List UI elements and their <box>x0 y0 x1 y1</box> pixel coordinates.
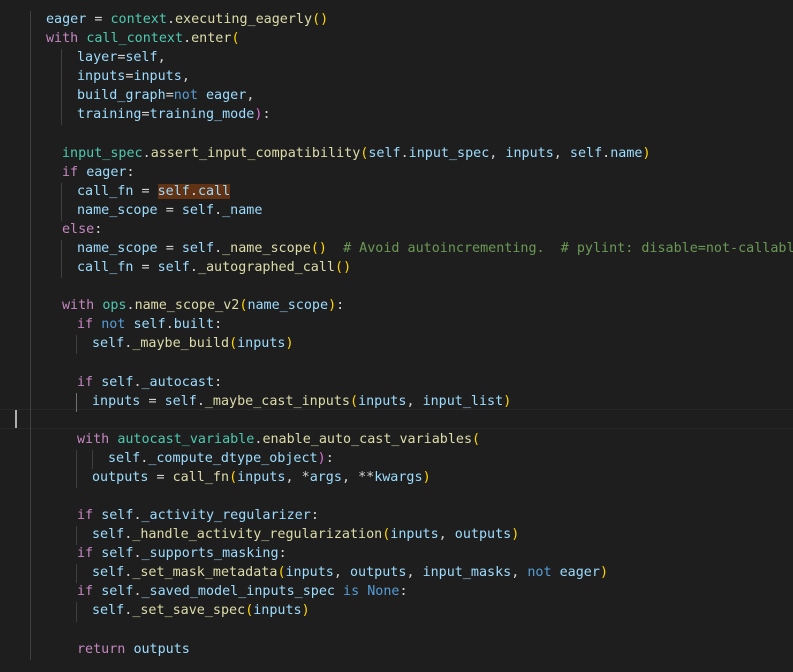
code-line[interactable] <box>0 353 793 372</box>
code-text: self._set_save_spec(inputs) <box>92 603 310 619</box>
code-line[interactable]: if eager: <box>0 163 793 182</box>
code-text: name_scope = self._name <box>77 202 263 218</box>
code-line[interactable]: with call_context.enter( <box>0 29 793 48</box>
code-text: call_fn = self._autographed_call() <box>77 260 352 276</box>
code-text: inputs = self._maybe_cast_inputs(inputs,… <box>92 393 512 409</box>
code-text: training=training_mode): <box>77 107 271 123</box>
code-line[interactable]: call_fn = self._autographed_call() <box>0 258 793 277</box>
code-text: inputs=inputs, <box>77 69 190 85</box>
code-text: if self._activity_regularizer: <box>77 508 319 524</box>
code-line[interactable]: self._set_save_spec(inputs) <box>0 601 793 620</box>
code-text: self._set_mask_metadata(inputs, outputs,… <box>92 565 608 581</box>
code-line[interactable] <box>0 124 793 143</box>
code-line[interactable]: if self._autocast: <box>0 373 793 392</box>
code-line[interactable]: with autocast_variable.enable_auto_cast_… <box>0 430 793 449</box>
code-text: else: <box>62 221 103 237</box>
code-text: input_spec.assert_input_compatibility(se… <box>62 145 651 161</box>
code-line[interactable]: inputs=inputs, <box>0 67 793 86</box>
code-line[interactable]: self._compute_dtype_object): <box>0 449 793 468</box>
selection-highlight: self.call <box>157 183 231 199</box>
code-line[interactable]: name_scope = self._name_scope() # Avoid … <box>0 239 793 258</box>
code-line[interactable]: return outputs <box>0 640 793 659</box>
code-text: outputs = call_fn(inputs, *args, **kwarg… <box>92 469 431 485</box>
code-line[interactable]: self._handle_activity_regularization(inp… <box>0 525 793 544</box>
code-line[interactable] <box>0 621 793 640</box>
code-text: if self._supports_masking: <box>77 546 287 562</box>
code-line[interactable]: input_spec.assert_input_compatibility(se… <box>0 144 793 163</box>
code-line[interactable]: else: <box>0 220 793 239</box>
code-line[interactable]: call_fn = self.call <box>0 182 793 201</box>
code-line[interactable] <box>0 487 793 506</box>
code-line[interactable]: training=training_mode): <box>0 105 793 124</box>
code-text: build_graph=not eager, <box>77 88 255 104</box>
code-text: if eager: <box>62 164 135 180</box>
code-line[interactable]: with ops.name_scope_v2(name_scope): <box>0 296 793 315</box>
code-text: with call_context.enter( <box>46 31 240 47</box>
code-line[interactable] <box>0 411 793 430</box>
code-text: if not self.built: <box>77 317 223 333</box>
code-line[interactable]: self._maybe_build(inputs) <box>0 334 793 353</box>
code-line[interactable] <box>0 277 793 296</box>
code-text: call_fn = self.call <box>77 183 231 199</box>
code-editor[interactable]: eager = context.executing_eagerly()with … <box>0 0 793 672</box>
code-text: name_scope = self._name_scope() # Avoid … <box>77 240 793 256</box>
code-text: self._maybe_build(inputs) <box>92 336 294 352</box>
code-line[interactable]: if not self.built: <box>0 315 793 334</box>
code-text: with autocast_variable.enable_auto_cast_… <box>77 431 481 447</box>
code-line[interactable]: if self._saved_model_inputs_spec is None… <box>0 582 793 601</box>
code-text: if self._saved_model_inputs_spec is None… <box>77 584 408 600</box>
code-line[interactable]: if self._supports_masking: <box>0 544 793 563</box>
code-line[interactable]: layer=self, <box>0 48 793 67</box>
code-line[interactable]: eager = context.executing_eagerly() <box>0 10 793 29</box>
code-text: with ops.name_scope_v2(name_scope): <box>62 298 345 314</box>
code-line[interactable]: inputs = self._maybe_cast_inputs(inputs,… <box>0 392 793 411</box>
code-text: layer=self, <box>77 50 166 66</box>
code-text: eager = context.executing_eagerly() <box>46 12 329 27</box>
code-text: self._compute_dtype_object): <box>108 450 334 466</box>
code-line[interactable]: outputs = call_fn(inputs, *args, **kwarg… <box>0 468 793 487</box>
code-line[interactable]: build_graph=not eager, <box>0 86 793 105</box>
code-line[interactable]: name_scope = self._name <box>0 201 793 220</box>
code-text: if self._autocast: <box>77 374 223 390</box>
code-line[interactable]: self._set_mask_metadata(inputs, outputs,… <box>0 563 793 582</box>
code-text: self._handle_activity_regularization(inp… <box>92 527 520 543</box>
code-text: return outputs <box>77 641 190 657</box>
code-line[interactable]: if self._activity_regularizer: <box>0 506 793 525</box>
